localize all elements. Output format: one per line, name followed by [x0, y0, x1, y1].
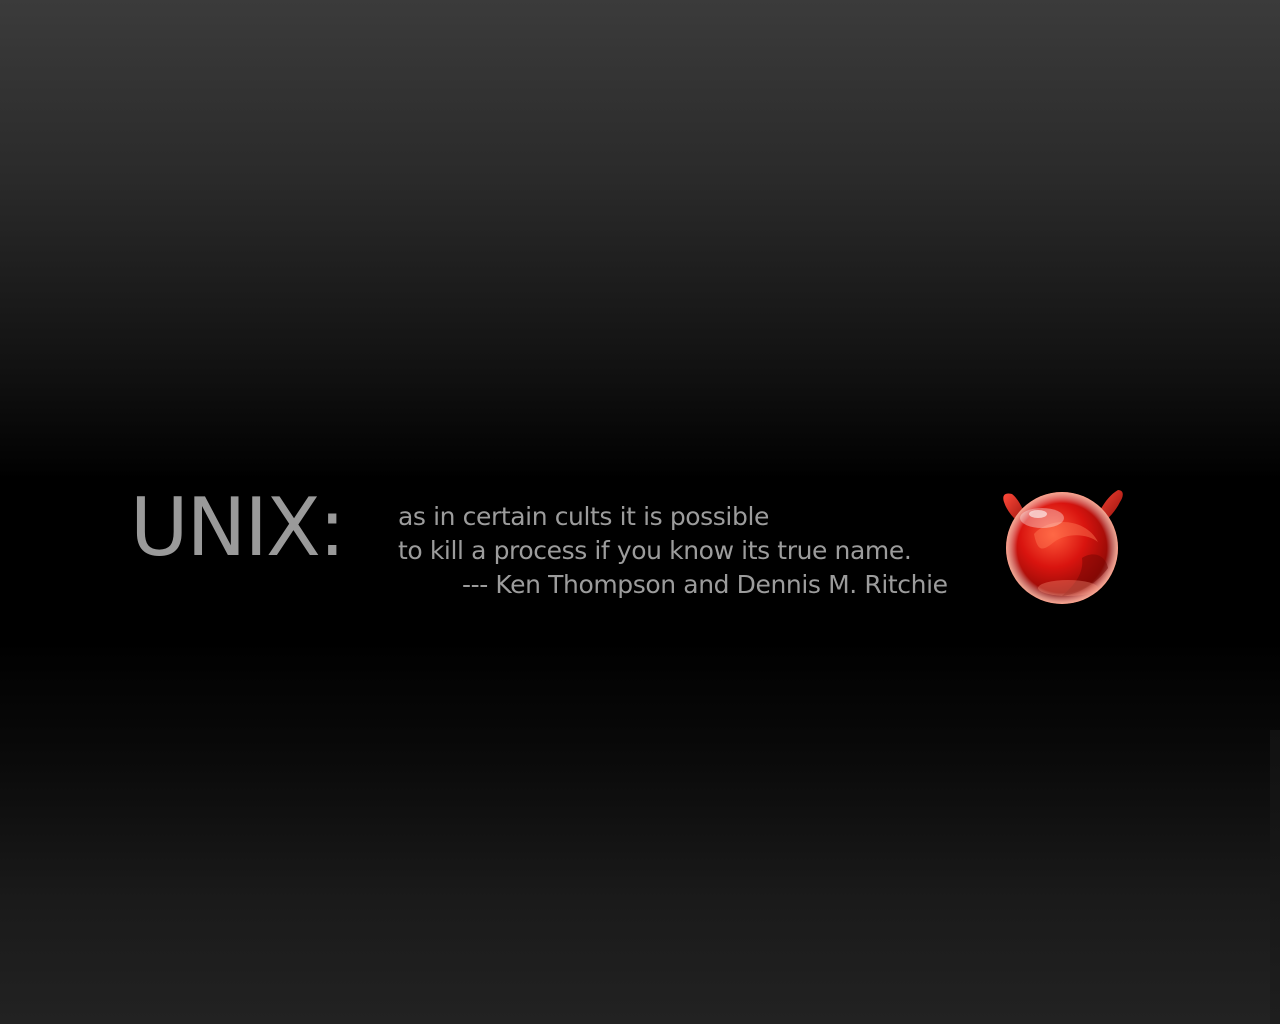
right-edge-strip	[1270, 730, 1280, 1024]
wallpaper-quote: as in certain cults it is possible to ki…	[398, 500, 948, 602]
quote-line-1: as in certain cults it is possible	[398, 502, 769, 531]
quote-line-2: to kill a process if you know its true n…	[398, 536, 912, 565]
desktop-wallpaper: UNIX: as in certain cults it is possible…	[0, 0, 1280, 1024]
bsd-daemon-head-icon	[998, 484, 1126, 608]
wallpaper-headline: UNIX:	[130, 481, 346, 574]
quote-attribution: --- Ken Thompson and Dennis M. Ritchie	[462, 570, 948, 599]
